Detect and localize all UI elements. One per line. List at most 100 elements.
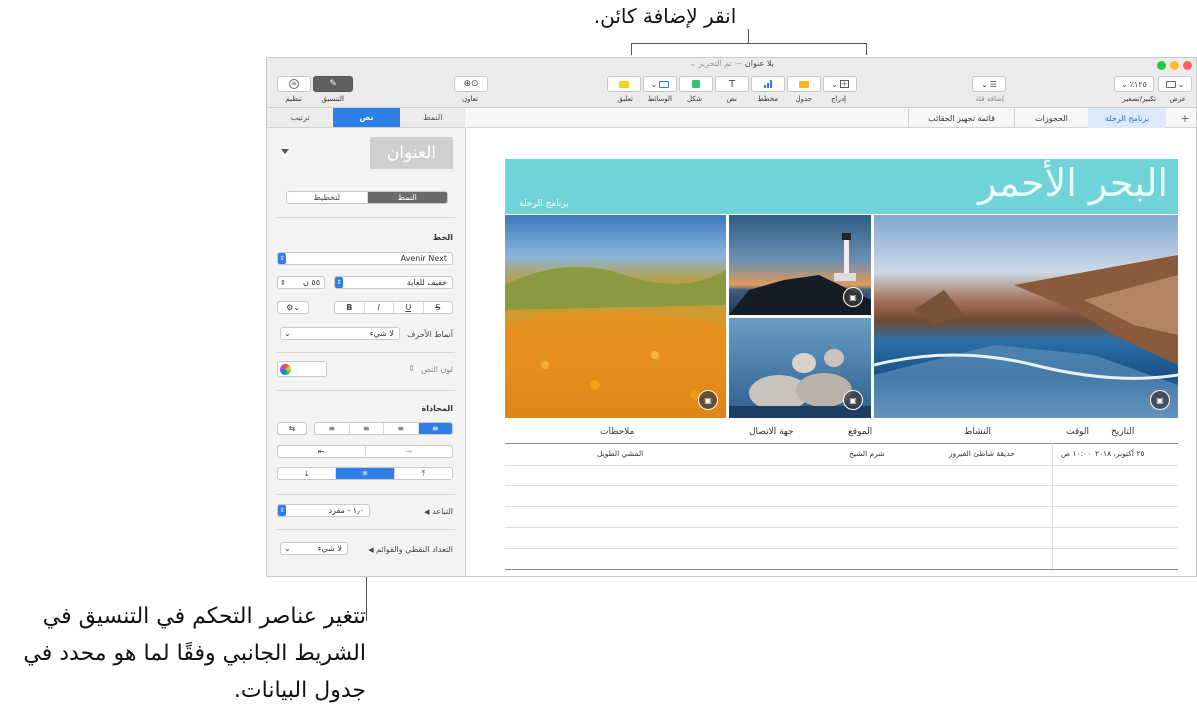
seals-photo[interactable]: ▣ (729, 318, 871, 418)
spacing-select[interactable]: ⇕ ١٫٠ - مفرد (277, 504, 370, 517)
category-icon: ☰ (989, 79, 997, 89)
poppies-photo[interactable]: ▣ (505, 215, 726, 418)
format-button[interactable]: ✎ (313, 76, 353, 92)
font-style-buttons: B I U S (334, 301, 453, 314)
style-toggle[interactable]: النمط (366, 192, 447, 203)
paragraph-style-dropdown[interactable]: العنوان (370, 137, 453, 169)
zoom-button[interactable]: ⌄ ٪١٢٥ (1114, 76, 1154, 92)
align-top-button[interactable]: ⤒ (393, 468, 452, 479)
header-activity[interactable]: النشاط (964, 427, 991, 437)
media-button[interactable]: ⌄ (643, 76, 677, 92)
tab-text[interactable]: نص (333, 108, 400, 127)
tab-packing-list[interactable]: قائمة تجهيز الحقائب (908, 108, 1014, 128)
cell-time[interactable]: ١٠:٠٠ ص (1061, 449, 1091, 458)
insert-button[interactable]: ⌄ + (823, 76, 857, 92)
align-center-button[interactable]: ≡ (383, 423, 418, 434)
font-weight-select[interactable]: ⇕ خفيف للغاية (334, 276, 453, 289)
cell-activity[interactable]: حديقة شاطئ الفيروز (949, 449, 1015, 458)
bullets-value: لا شيء (317, 544, 342, 553)
header-date[interactable]: التاريخ (1111, 427, 1134, 437)
root: انقر لإضافة كائن. تتغير عناصر التحكم في … (0, 0, 1197, 724)
italic-button[interactable]: I (363, 302, 394, 313)
paragraph-style-arrow-icon[interactable] (281, 149, 289, 154)
organize-button[interactable]: ≡ (277, 76, 311, 92)
justify-button[interactable]: ≡ (315, 423, 349, 434)
add-sheet-button[interactable]: + (1172, 108, 1196, 128)
decrease-indent-button[interactable]: ⇤ (278, 446, 365, 457)
tab-reservations[interactable]: الحجوزات (1014, 108, 1088, 128)
stepper-icon[interactable]: ⇕ (408, 364, 415, 373)
char-styles-label: أنماط الأحرف (407, 330, 453, 339)
banner-subtitle[interactable]: برنامج الرحلة (519, 199, 569, 209)
image-icon[interactable]: ▣ (1150, 390, 1170, 410)
sidebar-view-icon (1165, 80, 1176, 88)
increase-indent-button[interactable]: ⇥ (364, 446, 453, 457)
align-middle-button[interactable]: ✳ (335, 468, 394, 479)
text-color-label: لون النص (421, 365, 453, 374)
column-divider (1052, 443, 1053, 569)
cell-location[interactable]: شرم الشيخ (849, 449, 885, 458)
align-bottom-button[interactable]: ⤓ (278, 468, 335, 479)
minimize-window-button[interactable] (1170, 61, 1179, 70)
view-button[interactable]: ⌄ (1158, 76, 1192, 92)
tab-arrange[interactable]: ترتيب (267, 108, 334, 127)
lighthouse-photo[interactable]: ▣ (729, 215, 871, 315)
shape-label: شكل (686, 95, 702, 103)
text-direction-icon: ⇆ (288, 424, 296, 433)
close-window-button[interactable] (1183, 61, 1192, 70)
spreadsheet-canvas[interactable]: البحر الأحمر برنامج الرحلة ▣ ▣ ▣ ▣ التار… (467, 129, 1196, 576)
cell-notes[interactable]: المشي الطويل (597, 449, 643, 458)
text-color-well[interactable] (277, 361, 327, 377)
coast-photo[interactable]: ▣ (874, 215, 1178, 418)
tab-itinerary[interactable]: برنامج الرحلة (1088, 108, 1166, 128)
chart-button[interactable] (751, 76, 785, 92)
bullets-label-text: التعداد النقطي والقوائم (376, 545, 453, 554)
updown-icon: ⇕ (278, 253, 286, 264)
header-location[interactable]: الموقع (848, 427, 872, 437)
chevron-down-icon: ⌄ (1121, 79, 1128, 89)
callout-top-bracket (631, 43, 867, 44)
bold-button[interactable]: B (335, 302, 364, 313)
header-time[interactable]: الوقت (1066, 427, 1089, 437)
char-styles-select[interactable]: ⌄ لا شيء (280, 327, 400, 340)
title-banner[interactable]: البحر الأحمر برنامج الرحلة (505, 159, 1178, 214)
callout-bottom: تتغير عناصر التحكم في التنسيق في الشريط … (23, 604, 366, 703)
align-right-button[interactable]: ≡ (348, 423, 384, 434)
image-icon[interactable]: ▣ (698, 390, 718, 410)
shape-button[interactable] (679, 76, 713, 92)
layout-toggle[interactable]: لتخطيط (287, 192, 367, 203)
collaborate-button[interactable]: ⊕⊙ (454, 76, 488, 92)
disclosure-triangle-icon[interactable]: ◀ (424, 508, 429, 516)
strikethrough-button[interactable]: S (422, 302, 453, 313)
document-title: بلا عنوان (744, 59, 774, 68)
font-name-select[interactable]: ⇕ Avenir Next (277, 252, 453, 265)
chart-icon (764, 80, 772, 88)
underline-button[interactable]: U (393, 302, 423, 313)
zoom-label: تكبير/تصغير (1122, 95, 1156, 103)
comment-button[interactable] (607, 76, 641, 92)
zoom-window-button[interactable] (1157, 61, 1166, 70)
banner-title[interactable]: البحر الأحمر (978, 161, 1168, 205)
cell-date[interactable]: ٢٥ أكتوبر، ٢٠١٨ (1095, 449, 1144, 458)
callout-top: انقر لإضافة كائن. (593, 4, 737, 28)
gear-icon: ⚙⌄ (286, 303, 300, 312)
text-options-button[interactable]: ⚙⌄ (277, 301, 309, 314)
bullets-select[interactable]: ⌄ لا شيء (280, 542, 348, 555)
table-button[interactable] (787, 76, 821, 92)
align-left-button[interactable]: ≡ (417, 423, 452, 434)
header-notes[interactable]: ملاحظات (600, 427, 634, 437)
sheet-tabs: + برنامج الرحلة الحجوزات قائمة تجهيز الح… (467, 108, 1196, 128)
text-direction-button[interactable]: ⇆ (277, 422, 307, 435)
stepper-icon: ⇕ (280, 278, 286, 287)
add-category-button[interactable]: ⌄ ☰ (972, 76, 1006, 92)
tab-style[interactable]: النمط (399, 108, 466, 127)
header-contact[interactable]: جهة الاتصال (749, 427, 794, 437)
font-size-field[interactable]: ⇕ ٥٥ ن (277, 276, 325, 289)
disclosure-triangle-icon[interactable]: ◀ (368, 546, 373, 554)
updown-icon: ⇕ (335, 277, 343, 288)
text-button[interactable]: T (715, 76, 749, 92)
media-icon (659, 80, 670, 88)
paragraph-style-name: العنوان (386, 143, 437, 163)
image-icon[interactable]: ▣ (843, 287, 863, 307)
image-icon[interactable]: ▣ (843, 390, 863, 410)
